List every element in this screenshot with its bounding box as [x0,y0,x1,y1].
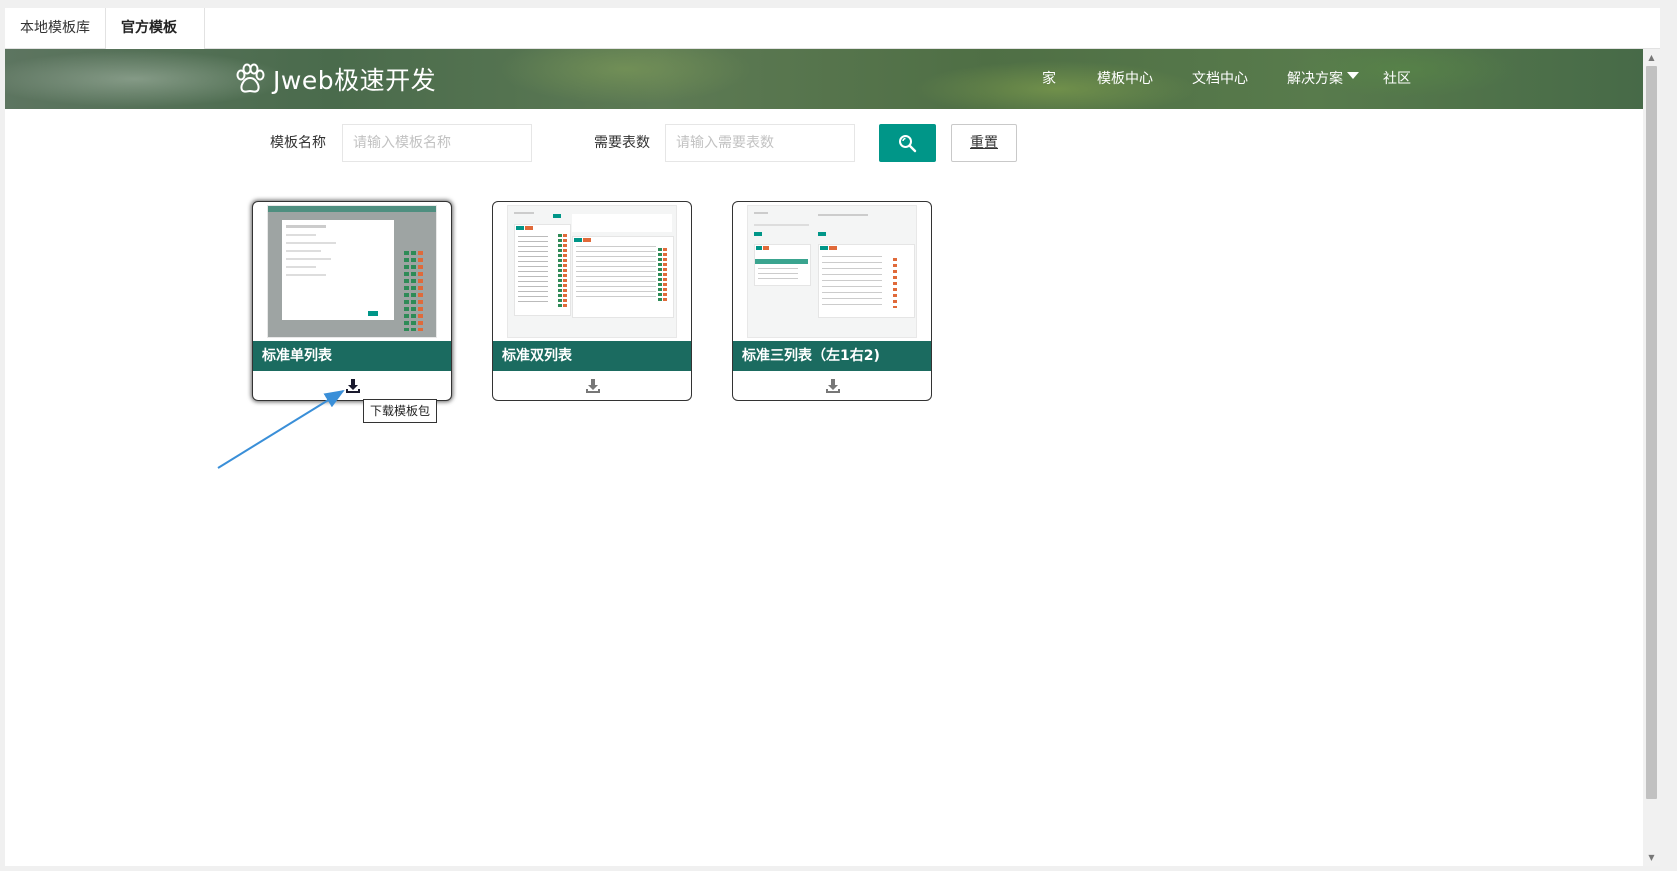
paw-icon [236,63,265,93]
download-icon[interactable] [585,378,601,394]
nav-solutions[interactable]: 解决方案 [1287,49,1359,109]
nav-home[interactable]: 家 [1042,49,1056,109]
template-title: 标准三列表（左1右2) [733,341,931,371]
template-preview-image [747,205,917,338]
download-area [493,371,691,400]
template-title: 标准单列表 [253,341,451,371]
nav-solutions-label: 解决方案 [1287,71,1343,87]
download-tooltip: 下载模板包 [363,399,438,423]
scroll-up-arrow-icon[interactable]: ▲ [1643,49,1660,66]
brand-logo[interactable]: Jweb极速开发 [233,61,436,97]
template-card-standard-single[interactable]: 标准单列表 [252,201,452,401]
caret-down-icon [1347,71,1359,79]
header-banner: Jweb极速开发 家 模板中心 文档中心 解决方案 社区 [5,49,1643,109]
reset-button[interactable]: 重置 [951,124,1017,162]
download-icon[interactable] [345,378,361,394]
scroll-down-arrow-icon[interactable]: ▼ [1643,849,1660,866]
tab-official-templates[interactable]: 官方模板库 [105,8,205,76]
nav-community[interactable]: 社区 [1383,49,1411,109]
search-icon [899,135,917,153]
vertical-scrollbar[interactable]: ▲ ▼ [1643,49,1660,866]
template-name-label: 模板名称 [270,135,326,151]
download-area [733,371,931,400]
template-name-input[interactable] [342,124,532,162]
template-card-standard-double[interactable]: 标准双列表 [492,201,692,401]
download-area [253,371,451,400]
download-icon[interactable] [825,378,841,394]
official-template-frame: Jweb极速开发 家 模板中心 文档中心 解决方案 社区 模板名称 需要表数 重… [5,49,1660,866]
tab-local-templates[interactable]: 本地模板库 [5,8,105,48]
table-count-input[interactable] [665,124,855,162]
nav-doc-center[interactable]: 文档中心 [1192,49,1248,109]
search-button[interactable] [879,124,936,162]
template-card-standard-triple[interactable]: 标准三列表（左1右2) [732,201,932,401]
template-library-tabs: 本地模板库 官方模板库 [5,8,1660,76]
table-count-label: 需要表数 [594,135,650,151]
template-title: 标准双列表 [493,341,691,371]
nav-template-center[interactable]: 模板中心 [1097,49,1153,109]
brand-name: Jweb极速开发 [273,66,437,95]
template-preview-image [507,205,677,338]
template-preview-image [267,205,437,338]
scrollbar-thumb[interactable] [1646,66,1657,799]
